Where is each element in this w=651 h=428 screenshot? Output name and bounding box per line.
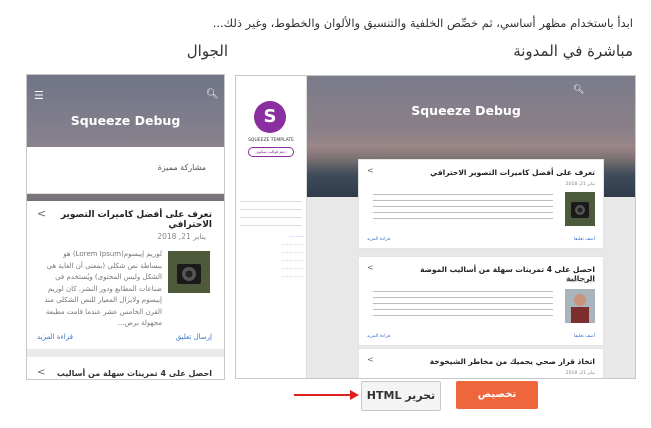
logo-icon: S: [254, 101, 286, 133]
edit-html-button[interactable]: تحرير HTML: [361, 381, 441, 411]
comment-link[interactable]: إرسال تعليق: [176, 333, 212, 341]
camera-thumbnail: [168, 251, 210, 293]
search-icon: 🔍︎: [573, 85, 585, 95]
man-thumbnail: [565, 289, 595, 323]
share-icon[interactable]: <: [367, 263, 374, 272]
desktop-post-card[interactable]: < احصل على 4 تمرينات سهلة من أساليب المو…: [358, 256, 604, 346]
featured-post-box: مشاركة مميزة: [27, 147, 224, 194]
desktop-post-title[interactable]: اتخاذ قرار صحي يحميك من مخاطر الشيخوخة: [395, 357, 595, 366]
desktop-post-title[interactable]: تعرف على أفضل كاميرات التصوير الاحترافي: [395, 168, 595, 177]
read-more-link[interactable]: قراءة المزيد: [37, 333, 73, 341]
mobile-post-date: يناير 21, 2018: [157, 232, 206, 241]
desktop-sidebar: S SQUEEZE TEMPLATE دعم قوالب سكويز —————…: [236, 76, 307, 378]
mobile-post-title[interactable]: تعرف على أفضل كاميرات التصوير الاحترافي: [42, 210, 212, 230]
customize-button[interactable]: تخصيص: [456, 381, 538, 409]
sidebar-recent-list: ————— — — — — — — — — — — — — — — — — — …: [281, 234, 304, 278]
desktop-post-card[interactable]: < اتخاذ قرار صحي يحميك من مخاطر الشيخوخة…: [358, 348, 604, 378]
read-more-link[interactable]: قراءة المزيد: [367, 237, 390, 242]
comment-link[interactable]: أضف تعليقا: [574, 334, 595, 339]
desktop-post-date: يناير 21, 2018: [565, 279, 595, 284]
desktop-post-date: يناير 21, 2018: [565, 371, 595, 376]
mobile-post-card[interactable]: < تعرف على أفضل كاميرات التصوير الاحتراف…: [27, 201, 224, 349]
arrow-icon: [294, 390, 359, 400]
intro-text: ابدأ باستخدام مظهر أساسي، ثم خصِّص الخلف…: [212, 16, 633, 30]
menu-icon[interactable]: ☰: [34, 89, 44, 102]
desktop-preview-heading: مباشرة في المدونة: [513, 42, 633, 60]
sidebar-brand-button: دعم قوالب سكويز: [248, 147, 294, 157]
desktop-post-card[interactable]: < تعرف على أفضل كاميرات التصوير الاحتراف…: [358, 159, 604, 249]
mobile-preview[interactable]: ☰ 🔍︎ Squeeze Debug مشاركة مميزة < تعرف ع…: [26, 74, 225, 380]
desktop-post-date: يناير 21, 2018: [565, 182, 595, 187]
mobile-preview-heading: الجوال: [186, 42, 228, 60]
mobile-next-post[interactable]: < احصل على 4 تمرينات سهلة من أساليب المو…: [27, 357, 224, 379]
mobile-post-excerpt: لوريم إيبسوم(Lorem Ipsum) هو ببساطة نص ش…: [44, 250, 162, 327]
desktop-post-excerpt-lines: [373, 291, 553, 321]
sidebar-links: [240, 194, 302, 233]
comment-link[interactable]: أضف تعليقا: [574, 237, 595, 242]
share-icon[interactable]: <: [367, 166, 374, 175]
search-icon[interactable]: 🔍︎: [206, 89, 219, 100]
desktop-preview[interactable]: Squeeze Debug 🔍︎ S SQUEEZE TEMPLATE دعم …: [235, 75, 636, 379]
mobile-blog-title: Squeeze Debug: [70, 113, 181, 128]
sidebar-brand: SQUEEZE TEMPLATE: [248, 138, 294, 143]
mobile-header-image: [27, 75, 224, 215]
share-icon[interactable]: <: [367, 355, 374, 364]
featured-post-label: مشاركة مميزة: [157, 163, 206, 172]
desktop-post-excerpt-lines: [373, 194, 553, 224]
mobile-next-post-title[interactable]: احصل على 4 تمرينات سهلة من أساليب الموضة: [27, 369, 212, 379]
read-more-link[interactable]: قراءة المزيد: [367, 334, 390, 339]
desktop-blog-title: Squeeze Debug: [411, 103, 521, 118]
camera-thumbnail: [565, 192, 595, 226]
